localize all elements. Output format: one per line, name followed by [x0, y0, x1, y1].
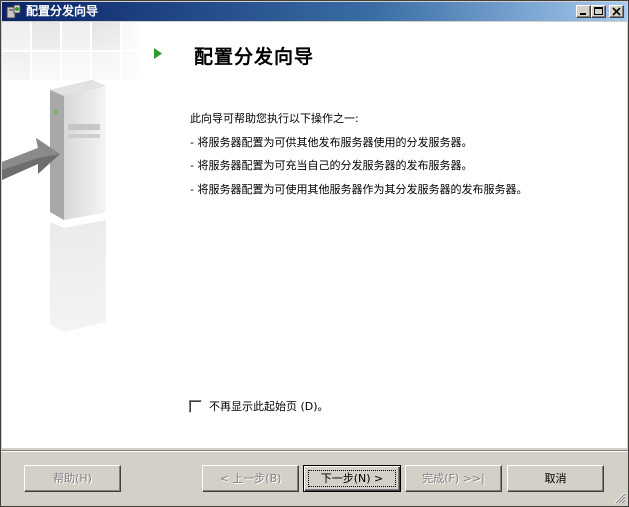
finish-button[interactable]: 完成(F) >>|: [405, 465, 502, 492]
minimize-button[interactable]: [576, 5, 591, 18]
window-title: 配置分发向导: [26, 4, 99, 18]
next-button[interactable]: 下一步(N) >: [303, 465, 401, 492]
cancel-button[interactable]: 取消: [507, 465, 604, 492]
skip-start-page-label[interactable]: 不再显示此起始页 (D)。: [209, 400, 329, 413]
back-button-label: < 上一步(B): [219, 472, 282, 485]
help-button[interactable]: 帮助(H): [24, 465, 121, 492]
skip-start-page-checkbox[interactable]: [189, 400, 202, 413]
list-item: - 将服务器配置为可供其他发布服务器使用的分发服务器。: [190, 136, 473, 149]
finish-button-label: 完成(F) >>|: [422, 472, 485, 485]
title-bar[interactable]: 配置分发向导: [2, 2, 627, 21]
wizard-app-icon: [6, 4, 22, 20]
list-item: - 将服务器配置为可充当自己的分发服务器的发布服务器。: [190, 159, 473, 172]
server-illustration: [2, 22, 142, 448]
wizard-window: 配置分发向导 配置分发向导 此向导可帮助您执行以下操作之一: - 将服务器配置为…: [0, 0, 629, 507]
close-button[interactable]: [609, 5, 624, 18]
list-item: - 将服务器配置为可使用其他服务器作为其分发服务器的发布服务器。: [190, 183, 528, 196]
help-button-label: 帮助(H): [53, 472, 92, 485]
cancel-button-label: 取消: [544, 472, 567, 485]
maximize-button[interactable]: [591, 5, 606, 18]
green-play-icon: [153, 48, 163, 62]
next-button-label: 下一步(N) >: [320, 472, 384, 485]
wizard-content: 配置分发向导 此向导可帮助您执行以下操作之一: - 将服务器配置为可供其他发布服…: [2, 22, 627, 448]
page-title: 配置分发向导: [194, 46, 315, 68]
resize-grip-icon[interactable]: [614, 492, 626, 504]
button-separator: [1, 450, 628, 452]
back-button[interactable]: < 上一步(B): [202, 465, 299, 492]
intro-text: 此向导可帮助您执行以下操作之一:: [190, 112, 359, 125]
